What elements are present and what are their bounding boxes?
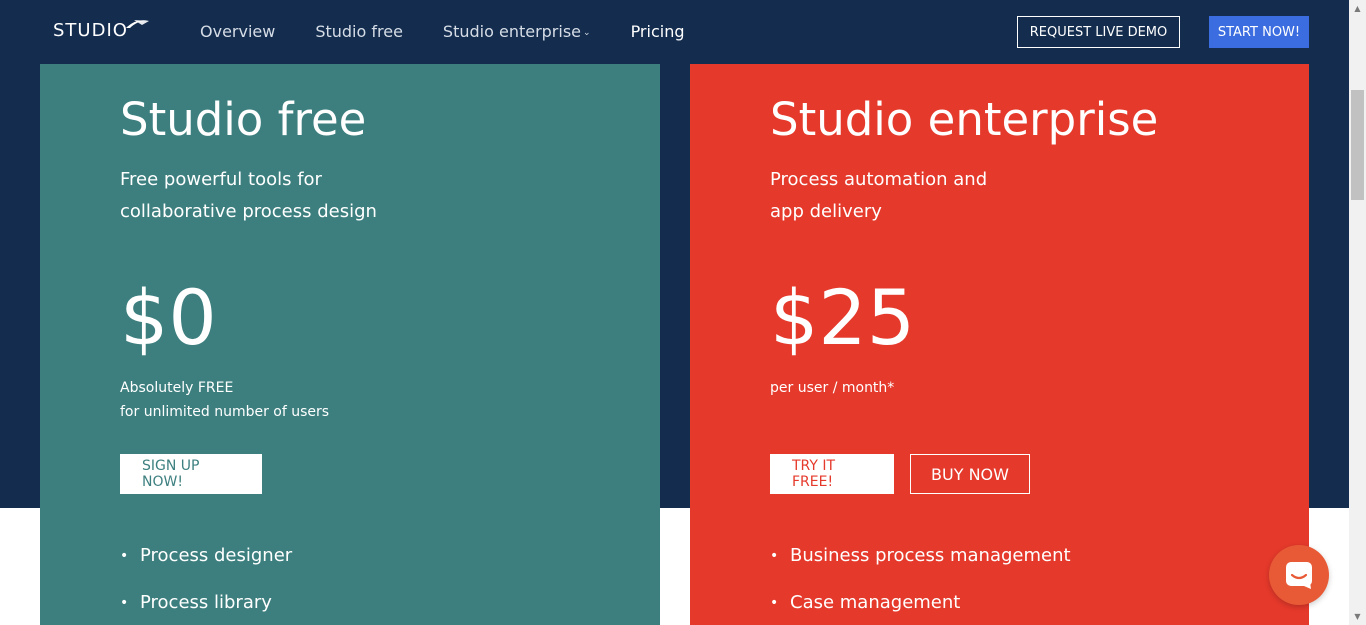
feature-label: Process designer bbox=[140, 545, 293, 566]
bullet-icon: • bbox=[770, 595, 779, 611]
scroll-down-icon[interactable]: ▼ bbox=[1349, 608, 1366, 625]
logo-text: STUDIO bbox=[53, 20, 128, 41]
scrollbar-thumb[interactable] bbox=[1351, 90, 1364, 200]
start-now-button[interactable]: START NOW! bbox=[1209, 16, 1309, 48]
try-it-free-button[interactable]: TRY IT FREE! bbox=[770, 454, 894, 494]
nav-studio-enterprise-label: Studio enterprise bbox=[442, 22, 582, 41]
feature-item: • Business process management bbox=[770, 544, 1071, 591]
nav-studio-enterprise[interactable]: Studio enterprise ⌄ bbox=[443, 20, 591, 45]
nav-studio-free[interactable]: Studio free bbox=[315, 20, 403, 45]
plan-subtitle: Free powerful tools for collaborative pr… bbox=[120, 164, 420, 228]
page-scrollbar[interactable]: ▲ ▼ bbox=[1349, 0, 1366, 625]
feature-label: Process library bbox=[140, 592, 272, 613]
plan-buttons: TRY IT FREE! BUY NOW bbox=[770, 454, 1030, 494]
page: STUDIO Overview Studio free Studio enter… bbox=[0, 0, 1366, 625]
feature-item: • Process designer bbox=[120, 544, 292, 591]
feature-item: • Process library bbox=[120, 591, 292, 625]
chat-widget-button[interactable] bbox=[1269, 545, 1329, 605]
nav-links: Overview Studio free Studio enterprise ⌄ … bbox=[200, 20, 725, 45]
request-live-demo-button[interactable]: REQUEST LIVE DEMO bbox=[1017, 16, 1180, 48]
plan-price: $25 bbox=[770, 273, 916, 362]
plan-price: $0 bbox=[120, 273, 217, 362]
feature-list: • Process designer • Process library bbox=[120, 544, 292, 625]
sign-up-now-button[interactable]: SIGN UP NOW! bbox=[120, 454, 262, 494]
feature-item: • Case management bbox=[770, 591, 1071, 625]
nav-pricing[interactable]: Pricing bbox=[631, 20, 685, 45]
feature-label: Business process management bbox=[790, 545, 1071, 566]
plan-subtitle-line: Process automation and bbox=[770, 169, 988, 190]
plan-note: per user / month* bbox=[770, 376, 894, 400]
plan-note-line: per user / month* bbox=[770, 380, 895, 396]
plan-subtitle-line: collaborative process design bbox=[120, 201, 377, 222]
plan-buttons: SIGN UP NOW! bbox=[120, 454, 262, 494]
chat-bubble-icon bbox=[1286, 562, 1312, 589]
bullet-icon: • bbox=[770, 548, 779, 564]
plan-note-line: for unlimited number of users bbox=[120, 404, 330, 420]
plan-title: Studio free bbox=[120, 93, 367, 146]
buy-now-button[interactable]: BUY NOW bbox=[910, 454, 1030, 494]
swoosh-icon bbox=[125, 20, 149, 28]
scroll-up-icon[interactable]: ▲ bbox=[1349, 0, 1366, 17]
plan-card-free: Studio free Free powerful tools for coll… bbox=[40, 64, 660, 625]
plan-subtitle: Process automation and app delivery bbox=[770, 164, 1070, 228]
plan-subtitle-line: Free powerful tools for bbox=[120, 169, 322, 190]
bullet-icon: • bbox=[120, 595, 129, 611]
plan-card-enterprise: Studio enterprise Process automation and… bbox=[690, 64, 1309, 625]
plan-subtitle-line: app delivery bbox=[770, 201, 882, 222]
feature-label: Case management bbox=[790, 592, 961, 613]
top-nav: STUDIO Overview Studio free Studio enter… bbox=[0, 0, 1349, 64]
nav-overview[interactable]: Overview bbox=[200, 20, 275, 45]
feature-list: • Business process management • Case manag… bbox=[770, 544, 1071, 625]
chevron-down-icon: ⌄ bbox=[583, 27, 591, 38]
logo[interactable]: STUDIO bbox=[53, 18, 150, 44]
bullet-icon: • bbox=[120, 548, 129, 564]
plan-note: Absolutely FREE for unlimited number of … bbox=[120, 376, 329, 424]
plan-note-line: Absolutely FREE bbox=[120, 380, 234, 396]
plan-title: Studio enterprise bbox=[770, 93, 1159, 146]
